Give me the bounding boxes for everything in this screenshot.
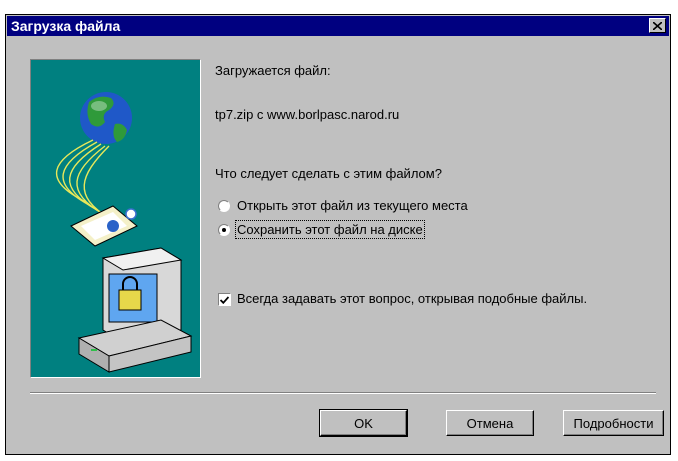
radio-save[interactable]: [218, 224, 230, 236]
details-button[interactable]: Подробности: [563, 410, 664, 436]
close-icon: [653, 21, 662, 30]
radio-save-label[interactable]: Сохранить этот файл на диске: [235, 220, 425, 239]
always-ask-checkbox[interactable]: [218, 293, 231, 306]
cancel-button[interactable]: Отмена: [446, 410, 534, 436]
globe-icon: [80, 92, 132, 144]
downloading-label: Загружается файл:: [215, 63, 331, 78]
download-illustration: [30, 59, 201, 378]
data-stream-lines: [55, 139, 110, 219]
radio-open[interactable]: [218, 200, 230, 212]
question-text: Что следует сделать с этим файлом?: [215, 166, 442, 181]
checkmark-icon: [220, 295, 229, 304]
computer-icon: [77, 247, 193, 373]
download-dialog: Загрузка файла Загружается файл: tp7.zip…: [5, 14, 671, 455]
file-source-text: tp7.zip с www.borlpasc.narod.ru: [215, 107, 400, 122]
always-ask-label[interactable]: Всегда задавать этот вопрос, открывая по…: [237, 291, 587, 306]
radio-open-label[interactable]: Открыть этот файл из текущего места: [237, 198, 468, 213]
close-button[interactable]: [649, 18, 666, 33]
title-bar[interactable]: Загрузка файла: [7, 16, 669, 36]
window-title: Загрузка файла: [11, 18, 121, 34]
separator: [30, 392, 656, 394]
ok-button[interactable]: OK: [319, 409, 408, 437]
